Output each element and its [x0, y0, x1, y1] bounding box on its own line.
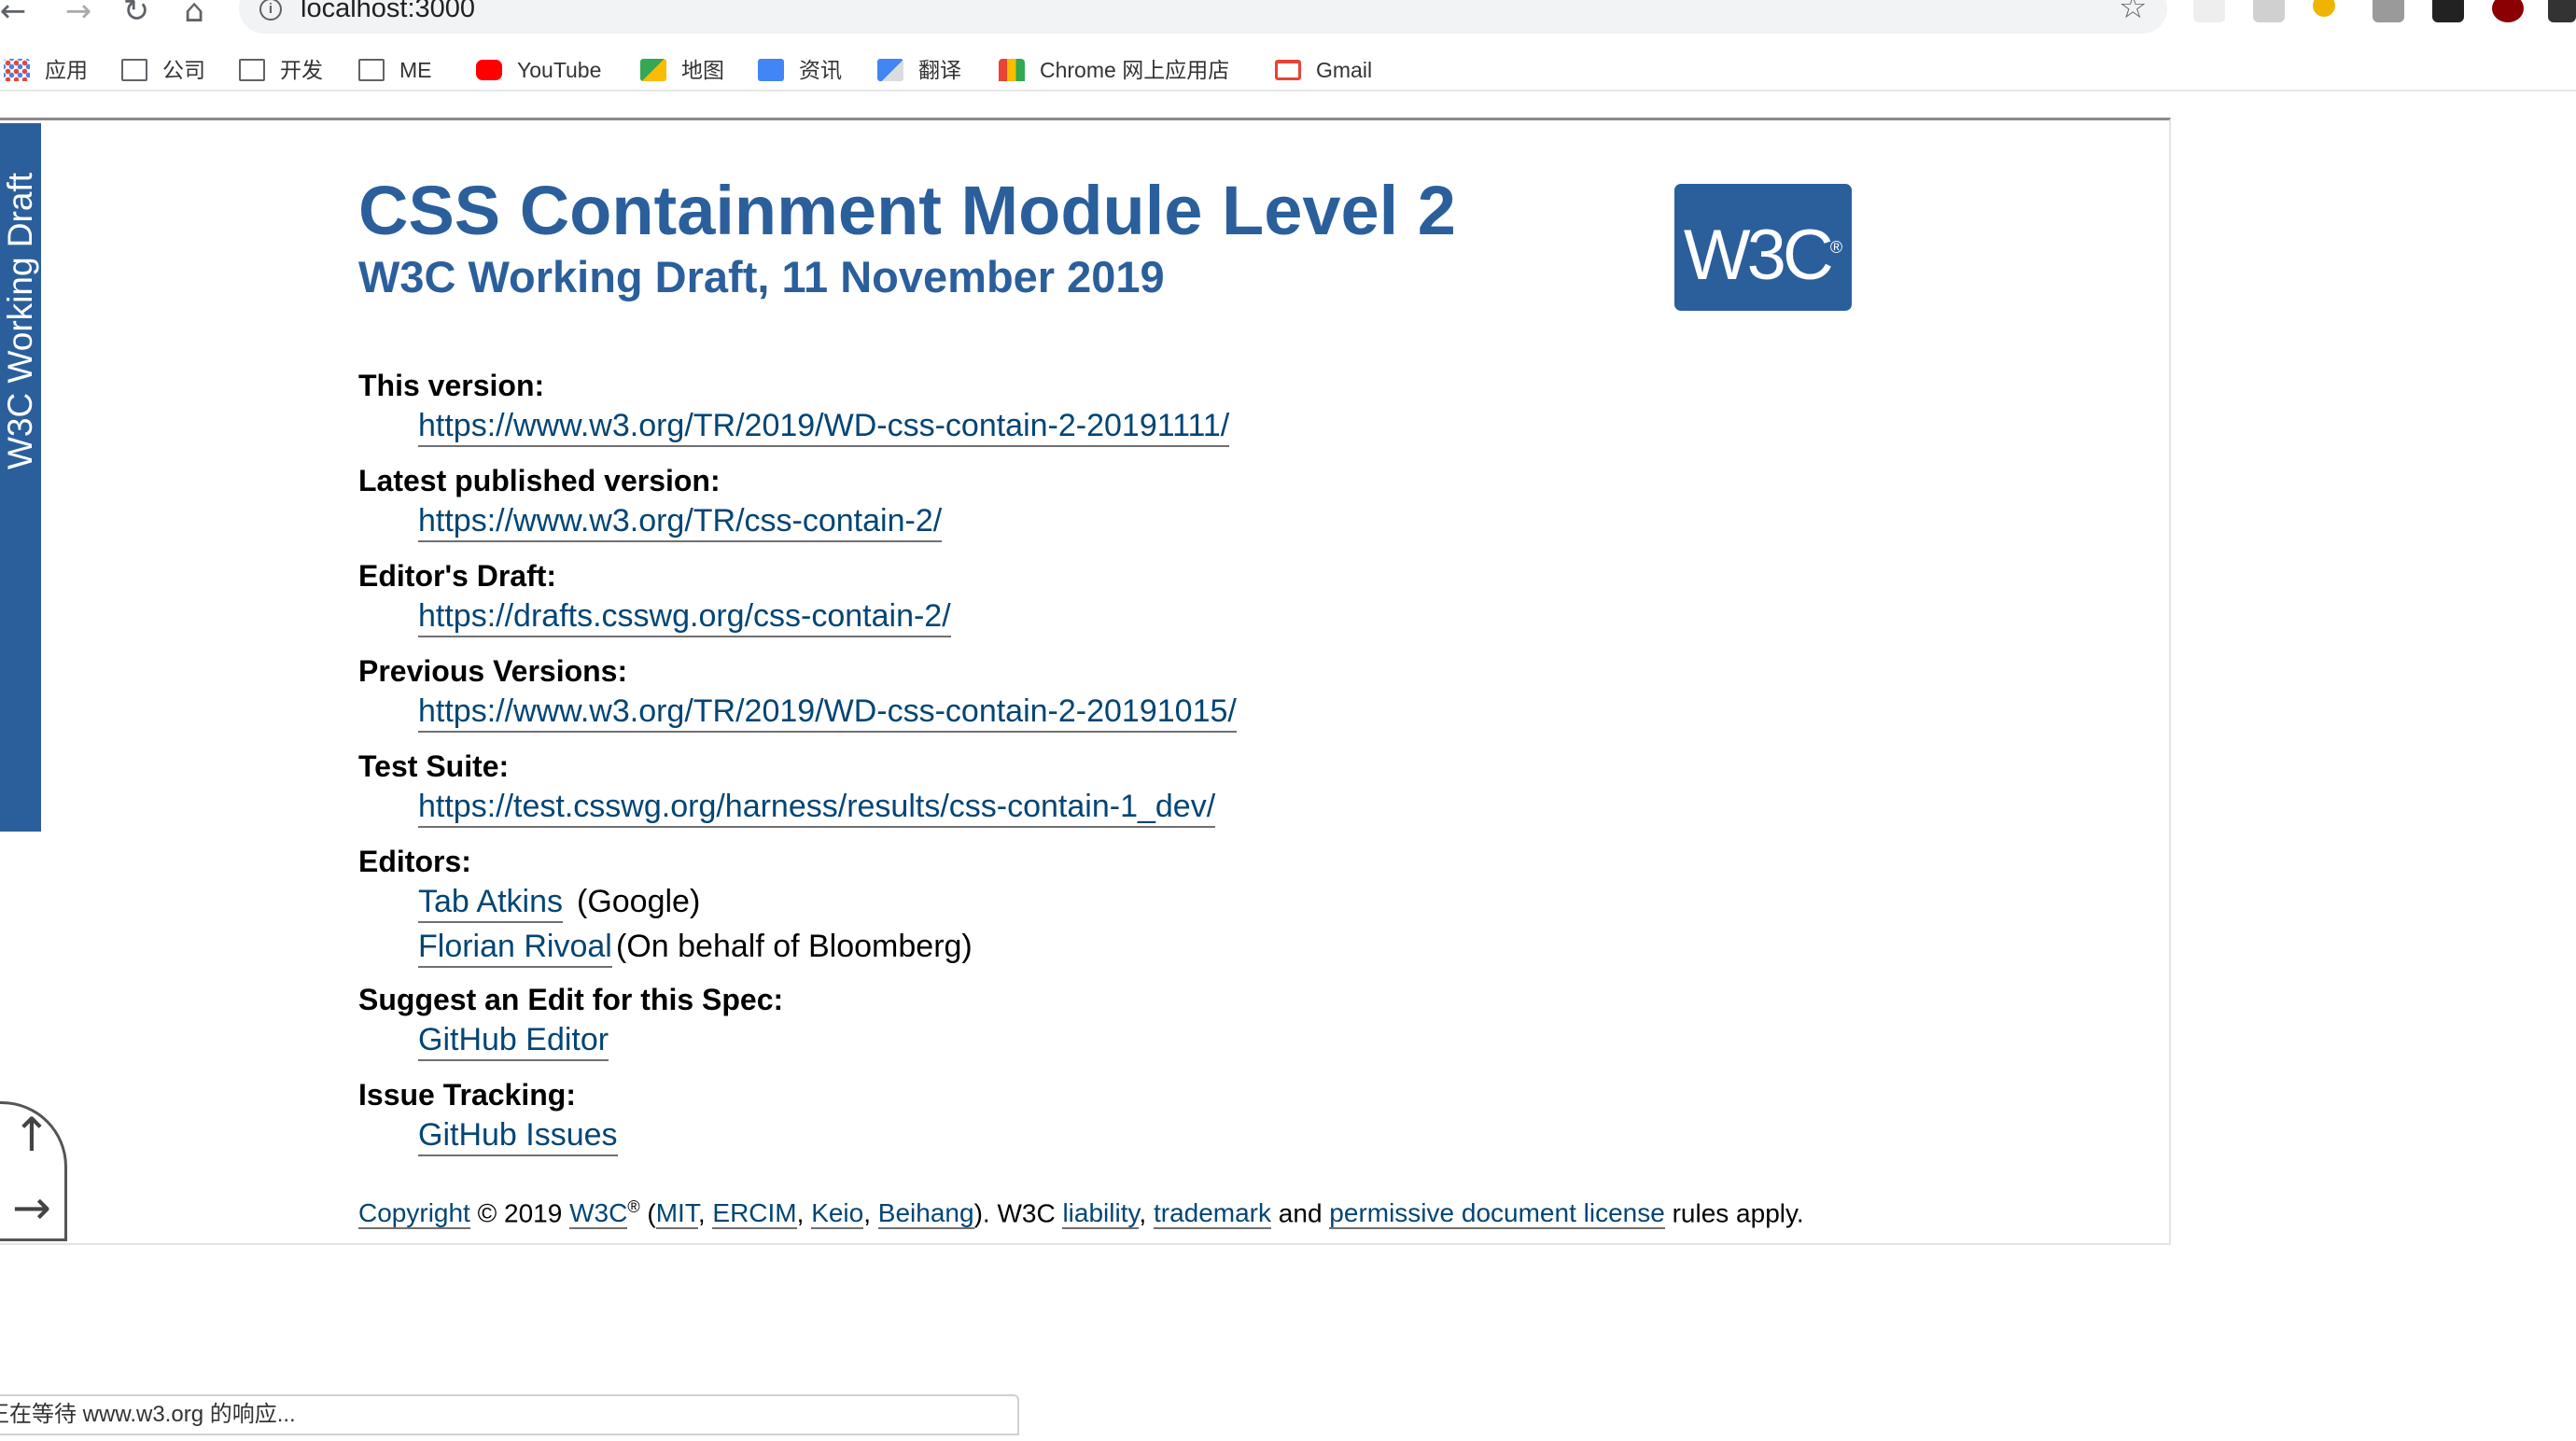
bookmark-star-icon[interactable]: ☆	[2119, 0, 2147, 26]
github-editor-link[interactable]: GitHub Editor	[418, 1020, 609, 1061]
copyright-text: and	[1271, 1198, 1330, 1228]
apps-grid-icon	[4, 59, 30, 81]
editor-link-florian-rivoal[interactable]: Florian Rivoal	[418, 927, 612, 968]
copyright-link[interactable]: Copyright	[358, 1198, 470, 1230]
beihang-link[interactable]: Beihang	[877, 1198, 974, 1230]
extension-icon-7[interactable]	[2548, 0, 2576, 22]
chrome-store-icon	[999, 59, 1025, 81]
bookmark-apps[interactable]: 应用	[4, 54, 88, 86]
back-to-top-arrow-icon[interactable]: ↑	[4, 1107, 60, 1163]
bookmark-label: 翻译	[918, 58, 961, 82]
document-license-link[interactable]: permissive document license	[1329, 1198, 1665, 1230]
w3c-logo[interactable]: W3C®	[1674, 184, 1852, 311]
previous-version-link[interactable]: https://www.w3.org/TR/2019/WD-css-contai…	[418, 692, 1237, 733]
logo-mark: ®	[1829, 238, 1843, 257]
this-version-link[interactable]: https://www.w3.org/TR/2019/WD-css-contai…	[418, 406, 1230, 447]
mit-link[interactable]: MIT	[655, 1198, 698, 1230]
copyright-text: ). W3C	[973, 1198, 1063, 1228]
address-bar[interactable]: i localhost:3000 ☆	[239, 0, 2167, 34]
editor-link-tab-atkins[interactable]: Tab Atkins	[418, 882, 563, 923]
ublock-icon[interactable]	[2492, 0, 2524, 22]
reload-icon[interactable]: ↻	[116, 0, 157, 32]
issue-tracking-label: Issue Tracking:	[358, 1078, 576, 1112]
editor-affiliation: (On behalf of Bloomberg)	[616, 929, 973, 964]
page-title: CSS Containment Module Level 2	[358, 172, 1456, 249]
extension-icon-1[interactable]	[2193, 0, 2225, 22]
news-icon	[758, 59, 784, 81]
trademark-link[interactable]: trademark	[1153, 1198, 1272, 1230]
translate-icon	[877, 59, 903, 81]
bookmark-translate[interactable]: 翻译	[877, 54, 961, 86]
extension-icon-3[interactable]	[2313, 0, 2335, 17]
bookmark-label: ME	[399, 58, 432, 82]
bookmark-folder-company[interactable]: 公司	[121, 54, 205, 86]
copyright-text: rules apply.	[1664, 1198, 1804, 1228]
bookmark-folder-me[interactable]: ME	[358, 54, 432, 86]
bookmark-label: YouTube	[517, 58, 602, 82]
page-subtitle: W3C Working Draft, 11 November 2019	[358, 252, 1165, 301]
maps-icon	[640, 59, 666, 81]
status-text: 正在等待 www.w3.org 的响应...	[0, 1402, 296, 1427]
folder-icon	[239, 59, 265, 81]
this-version-label: This version:	[358, 369, 545, 402]
home-icon[interactable]: ⌂	[174, 0, 215, 32]
bookmark-gmail[interactable]: Gmail	[1275, 54, 1372, 86]
editors-draft-label: Editor's Draft:	[358, 559, 557, 593]
copyright-text: ,	[863, 1198, 878, 1228]
browser-toolbar: ← → ↻ ⌂ i localhost:3000 ☆	[0, 0, 2576, 37]
site-info-icon[interactable]: i	[259, 0, 282, 21]
copyright-text: ,	[1139, 1198, 1154, 1228]
address-text[interactable]: localhost:3000	[301, 0, 475, 22]
registered-mark: ®	[627, 1197, 640, 1216]
liability-link[interactable]: liability	[1062, 1198, 1140, 1230]
bookmark-chrome-store[interactable]: Chrome 网上应用店	[999, 54, 1229, 86]
latest-version-link[interactable]: https://www.w3.org/TR/css-contain-2/	[418, 501, 943, 542]
copyright-text: ,	[697, 1198, 713, 1228]
folder-icon	[358, 59, 385, 81]
gmail-icon	[1275, 60, 1301, 80]
latest-version-label: Latest published version:	[358, 464, 721, 497]
github-issues-link[interactable]: GitHub Issues	[418, 1115, 618, 1156]
extension-icon-5[interactable]	[2432, 0, 2464, 22]
keio-link[interactable]: Keio	[811, 1198, 864, 1230]
previous-versions-label: Previous Versions:	[358, 654, 628, 688]
w3c-working-draft-badge[interactable]: W3C Working Draft	[0, 123, 41, 832]
editors-label: Editors:	[358, 845, 471, 878]
bookmark-folder-dev[interactable]: 开发	[239, 54, 323, 86]
folder-icon	[121, 59, 147, 81]
copyright-text: (	[639, 1198, 656, 1228]
back-icon[interactable]: ←	[0, 0, 34, 32]
page-content: W3C Working Draft CSS Containment Module…	[0, 118, 2171, 1245]
bookmark-news[interactable]: 资讯	[758, 54, 842, 86]
youtube-icon	[476, 60, 502, 80]
suggest-edit-label: Suggest an Edit for this Spec:	[358, 983, 784, 1016]
test-suite-label: Test Suite:	[358, 749, 510, 783]
copyright-notice: Copyright © 2019 W3C® (MIT, ERCIM, Keio,…	[358, 1188, 1804, 1232]
bookmark-label: 应用	[45, 58, 88, 82]
editors-draft-link[interactable]: https://drafts.csswg.org/css-contain-2/	[418, 596, 951, 637]
bookmark-maps[interactable]: 地图	[640, 54, 724, 86]
logo-text: W3C	[1683, 216, 1834, 295]
bookmark-label: Gmail	[1316, 58, 1373, 82]
copyright-text: ,	[796, 1198, 812, 1228]
extension-icon-4[interactable]	[2373, 0, 2404, 22]
bookmark-label: 公司	[162, 58, 205, 82]
test-suite-link[interactable]: https://test.csswg.org/harness/results/c…	[418, 787, 1216, 828]
ercim-link[interactable]: ERCIM	[712, 1198, 797, 1230]
copyright-text: © 2019	[469, 1198, 570, 1228]
extension-icon-2[interactable]	[2253, 0, 2285, 22]
toc-toggle-arrow-icon[interactable]: →	[4, 1180, 60, 1236]
bookmark-label: Chrome 网上应用店	[1040, 58, 1230, 82]
badge-label: W3C Working Draft	[1, 173, 39, 469]
bookmark-label: 资讯	[799, 58, 842, 82]
editor-affiliation: (Google)	[577, 884, 701, 919]
bookmarks-bar: 应用 公司 开发 ME YouTube 地图 资讯 翻译 Chrome 网上应用…	[0, 49, 2576, 91]
bookmark-label: 开发	[280, 58, 323, 82]
forward-icon[interactable]: →	[58, 0, 99, 32]
bookmark-label: 地图	[681, 58, 724, 82]
w3c-link[interactable]: W3C	[569, 1198, 628, 1230]
bookmark-youtube[interactable]: YouTube	[476, 54, 601, 86]
browser-status-bar: 正在等待 www.w3.org 的响应...	[0, 1394, 1019, 1435]
